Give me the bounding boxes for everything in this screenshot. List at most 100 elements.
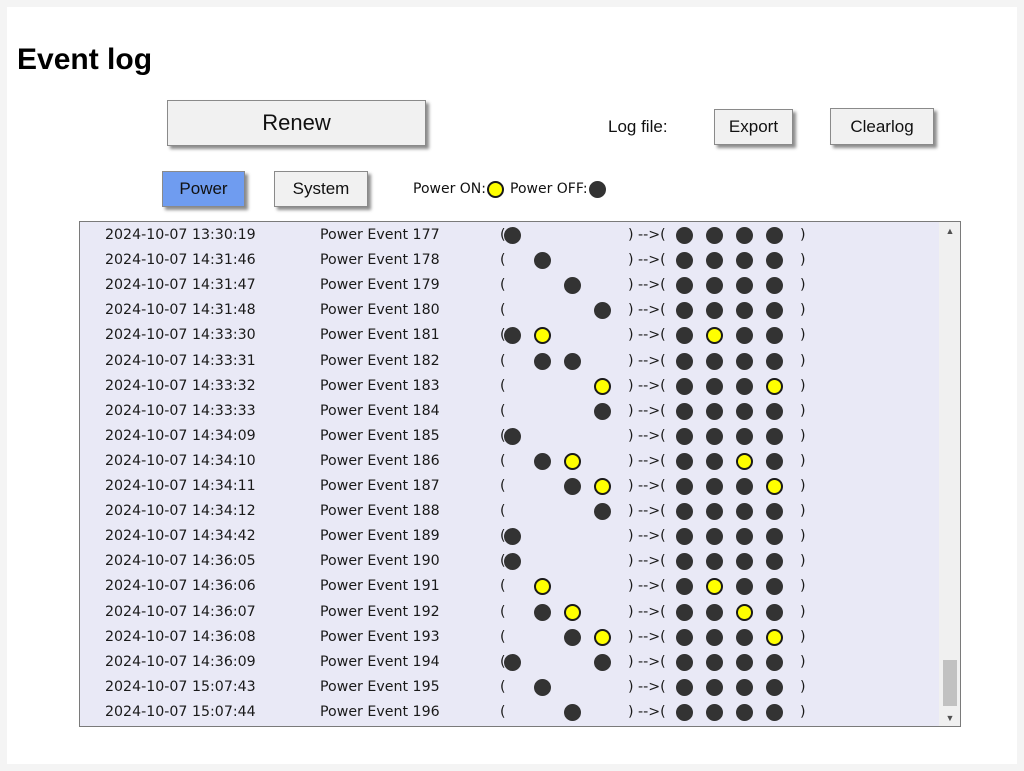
log-timestamp: 2024-10-07 14:34:09 bbox=[105, 427, 256, 444]
log-event-name: Power Event 196 bbox=[320, 703, 440, 720]
log-timestamp: 2024-10-07 14:33:32 bbox=[105, 377, 256, 394]
log-timestamp: 2024-10-07 13:30:19 bbox=[105, 227, 256, 243]
log-arrow: ) -->( bbox=[628, 603, 666, 620]
log-close-paren: ) bbox=[800, 653, 806, 670]
log-open-paren: ( bbox=[500, 252, 506, 269]
power-off-dot-icon bbox=[676, 252, 693, 270]
power-off-dot-icon bbox=[706, 628, 723, 646]
log-timestamp: 2024-10-07 14:36:07 bbox=[105, 603, 256, 620]
scrollbar-thumb[interactable] bbox=[943, 660, 957, 706]
power-off-dot-icon bbox=[766, 227, 783, 244]
power-off-dot-icon bbox=[706, 227, 723, 244]
power-off-dot-icon bbox=[766, 678, 783, 696]
power-off-dot-icon bbox=[766, 327, 783, 345]
scroll-down-arrow-icon[interactable]: ▼ bbox=[940, 709, 960, 726]
log-event-name: Power Event 194 bbox=[320, 653, 440, 670]
power-off-dot-icon bbox=[736, 402, 753, 420]
log-arrow: ) -->( bbox=[628, 578, 666, 595]
power-off-dot-icon bbox=[736, 327, 753, 345]
power-off-dot-icon bbox=[766, 603, 783, 621]
power-off-dot-icon bbox=[676, 553, 693, 571]
power-off-dot-icon bbox=[766, 352, 783, 370]
power-on-dot-icon bbox=[564, 452, 581, 470]
power-off-dot-icon bbox=[534, 603, 551, 621]
power-off-dot-icon bbox=[676, 452, 693, 470]
log-event-name: Power Event 191 bbox=[320, 578, 440, 595]
legend-on-label: Power ON: bbox=[413, 181, 486, 197]
log-close-paren: ) bbox=[800, 528, 806, 545]
log-close-paren: ) bbox=[800, 452, 806, 469]
log-arrow: ) -->( bbox=[628, 553, 666, 570]
power-off-dot-icon bbox=[534, 252, 551, 270]
power-off-dot-icon bbox=[766, 402, 783, 420]
log-row: 2024-10-07 15:07:43 Power Event 195 () -->… bbox=[80, 677, 940, 702]
tab-system[interactable]: System bbox=[274, 171, 368, 207]
log-event-name: Power Event 189 bbox=[320, 528, 440, 545]
log-row: 2024-10-07 14:33:31 Power Event 182 () -->… bbox=[80, 351, 940, 376]
log-arrow: ) -->( bbox=[628, 427, 666, 444]
log-close-paren: ) bbox=[800, 277, 806, 294]
power-off-dot-icon bbox=[736, 427, 753, 445]
power-off-dot-icon bbox=[736, 703, 753, 721]
power-on-dot-icon bbox=[766, 377, 783, 395]
log-open-paren: ( bbox=[500, 452, 506, 469]
log-close-paren: ) bbox=[800, 503, 806, 520]
log-arrow: ) -->( bbox=[628, 302, 666, 319]
power-off-dot-icon bbox=[676, 653, 693, 671]
event-log-list[interactable]: 2024-10-07 13:30:19 Power Event 177 () -->… bbox=[79, 221, 961, 727]
tab-power[interactable]: Power bbox=[162, 171, 245, 207]
log-timestamp: 2024-10-07 14:36:06 bbox=[105, 578, 256, 595]
power-off-dot-icon bbox=[676, 327, 693, 345]
log-row: 2024-10-07 15:07:44 Power Event 196 () -->… bbox=[80, 702, 940, 726]
log-arrow: ) -->( bbox=[628, 503, 666, 520]
power-off-dot-icon bbox=[676, 427, 693, 445]
log-row: 2024-10-07 14:31:48 Power Event 180 () -->… bbox=[80, 300, 940, 325]
log-timestamp: 2024-10-07 14:36:08 bbox=[105, 628, 256, 645]
log-scrollbar[interactable]: ▲ ▼ bbox=[939, 222, 960, 726]
power-off-dot-icon bbox=[594, 503, 611, 521]
log-close-paren: ) bbox=[800, 402, 806, 419]
power-off-dot-icon bbox=[706, 678, 723, 696]
power-off-dot-icon bbox=[706, 452, 723, 470]
power-on-dot-icon bbox=[766, 628, 783, 646]
power-off-dot-icon bbox=[564, 352, 581, 370]
log-arrow: ) -->( bbox=[628, 478, 666, 494]
log-open-paren: ( bbox=[500, 703, 506, 720]
power-on-dot-icon bbox=[736, 603, 753, 621]
power-off-dot-icon bbox=[676, 227, 693, 244]
log-arrow: ) -->( bbox=[628, 628, 666, 645]
power-off-dot-icon bbox=[766, 277, 783, 295]
log-close-paren: ) bbox=[800, 678, 806, 695]
log-timestamp: 2024-10-07 14:36:09 bbox=[105, 653, 256, 670]
power-on-dot-icon bbox=[534, 578, 551, 596]
renew-button[interactable]: Renew bbox=[167, 100, 426, 146]
log-row: 2024-10-07 14:33:30 Power Event 181() -->… bbox=[80, 325, 940, 350]
power-off-dot-icon bbox=[504, 427, 521, 445]
log-close-paren: ) bbox=[800, 578, 806, 595]
power-off-dot-icon bbox=[706, 703, 723, 721]
export-button[interactable]: Export bbox=[714, 109, 793, 145]
log-open-paren: ( bbox=[500, 277, 506, 294]
power-off-dot-icon bbox=[504, 653, 521, 671]
power-off-dot-icon bbox=[736, 252, 753, 270]
log-arrow: ) -->( bbox=[628, 452, 666, 469]
log-row: 2024-10-07 14:34:09 Power Event 185() -->… bbox=[80, 426, 940, 451]
log-arrow: ) -->( bbox=[628, 277, 666, 294]
log-arrow: ) -->( bbox=[628, 352, 666, 369]
log-close-paren: ) bbox=[800, 478, 806, 494]
log-event-name: Power Event 185 bbox=[320, 427, 440, 444]
log-event-name: Power Event 188 bbox=[320, 503, 440, 520]
clearlog-button[interactable]: Clearlog bbox=[830, 108, 934, 145]
power-off-dot-icon bbox=[736, 277, 753, 295]
power-off-dot-icon bbox=[706, 277, 723, 295]
scroll-up-arrow-icon[interactable]: ▲ bbox=[940, 222, 960, 239]
power-off-dot-icon bbox=[564, 628, 581, 646]
power-off-dot-icon bbox=[594, 653, 611, 671]
log-open-paren: ( bbox=[500, 503, 506, 520]
power-off-dot-icon bbox=[676, 377, 693, 395]
power-off-dot-icon bbox=[594, 402, 611, 420]
power-off-dot-icon bbox=[676, 402, 693, 420]
log-event-name: Power Event 178 bbox=[320, 252, 440, 269]
power-off-dot-icon bbox=[706, 352, 723, 370]
power-off-dot-icon bbox=[706, 603, 723, 621]
